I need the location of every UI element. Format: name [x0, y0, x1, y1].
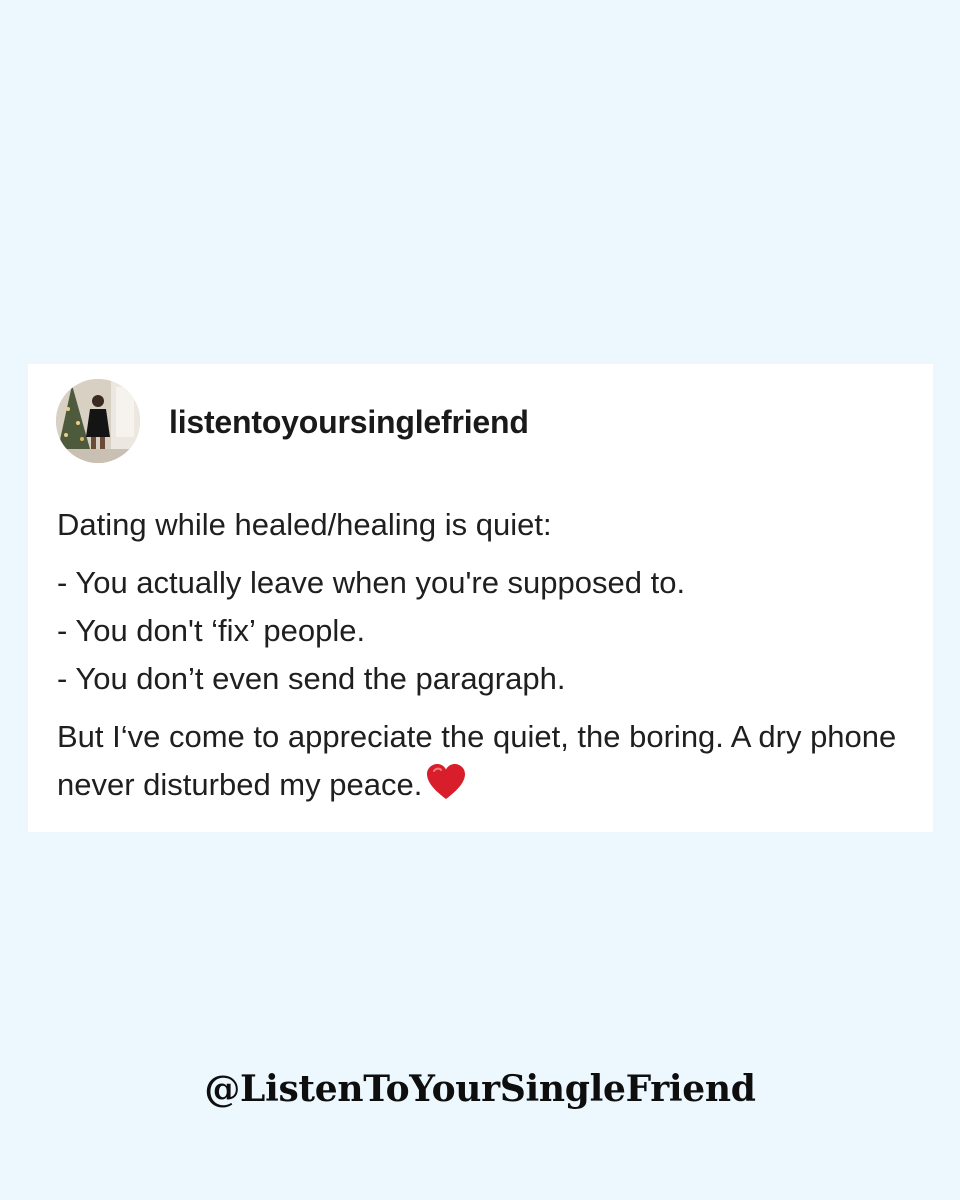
- list-item: - You don’t even send the paragraph.: [57, 661, 566, 696]
- post-body: Dating while healed/healing is quiet: - …: [57, 501, 917, 809]
- heart-icon: [426, 763, 466, 801]
- list-item: - You don't ‘fix’ people.: [57, 613, 366, 648]
- avatar[interactable]: [56, 379, 140, 463]
- list-item: - You actually leave when you're suppose…: [57, 565, 686, 600]
- post-card: listentoyoursinglefriend Dating while he…: [28, 364, 933, 832]
- post-closing: But I‘ve come to appreciate the quiet, t…: [57, 713, 917, 809]
- username[interactable]: listentoyoursinglefriend: [169, 404, 529, 441]
- account-handle: @ListenToYourSingleFriend: [204, 1068, 756, 1110]
- post-closing-text: But I‘ve come to appreciate the quiet, t…: [57, 719, 897, 802]
- post-intro: Dating while healed/healing is quiet:: [57, 507, 552, 542]
- profile-photo-icon: [56, 379, 140, 463]
- bullet-list: - You actually leave when you're suppose…: [57, 559, 917, 703]
